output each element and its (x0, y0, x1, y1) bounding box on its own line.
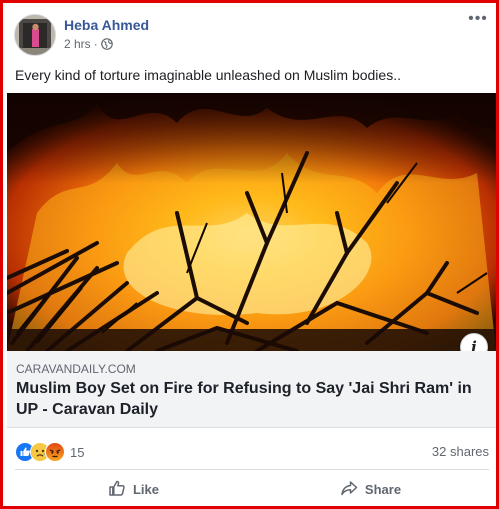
more-options-icon[interactable]: ••• (467, 11, 489, 27)
shares-count[interactable]: 32 shares (432, 444, 489, 459)
link-domain: CARAVANDAILY.COM (16, 362, 136, 376)
like-label: Like (132, 481, 159, 497)
share-icon (340, 479, 365, 500)
like-button[interactable]: Like (15, 471, 252, 507)
reactions-summary[interactable]: 15 (15, 442, 84, 462)
meta-separator: · (93, 37, 98, 51)
angry-reaction-icon (45, 442, 65, 462)
share-button[interactable]: Share (252, 471, 489, 507)
reaction-count: 15 (70, 444, 85, 460)
globe-icon (100, 38, 113, 50)
like-icon (108, 479, 133, 500)
link-preview[interactable]: CARAVANDAILY.COM Muslim Boy Set on Fire … (7, 351, 496, 428)
post-actions: Like Share (15, 471, 489, 507)
author-name[interactable]: Heba Ahmed (64, 17, 149, 33)
actions-divider (15, 469, 489, 470)
link-title[interactable]: Muslim Boy Set on Fire for Refusing to S… (16, 378, 486, 420)
post-card: Heba Ahmed 2 hrs · ••• Every kind of tor… (0, 0, 499, 509)
avatar[interactable] (14, 14, 56, 56)
post-caption: Every kind of torture imaginable unleash… (15, 67, 401, 83)
link-preview-image[interactable]: i (7, 93, 496, 351)
post-meta: 2 hrs · (64, 37, 113, 51)
post-timestamp[interactable]: 2 hrs (64, 37, 91, 51)
post-stats: 15 32 shares (15, 439, 489, 462)
post-header: Heba Ahmed 2 hrs · ••• (11, 11, 491, 60)
share-label: Share (364, 481, 402, 497)
